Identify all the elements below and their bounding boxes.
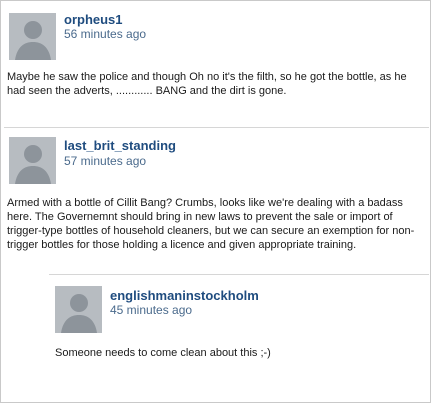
comment-text: Someone needs to come clean about this ;… (55, 347, 271, 359)
user-silhouette-icon (61, 294, 97, 333)
comment-username[interactable]: orpheus1 (64, 12, 123, 27)
avatar[interactable] (55, 286, 102, 333)
comment-timestamp: 57 minutes ago (64, 154, 147, 168)
comment-divider (4, 127, 429, 128)
comment-timestamp: 56 minutes ago (64, 27, 147, 41)
avatar[interactable] (9, 137, 56, 184)
comment-text: Maybe he saw the police and though Oh no… (7, 71, 407, 97)
comment-username[interactable]: last_brit_standing (64, 138, 176, 153)
avatar[interactable] (9, 13, 56, 60)
comment-text: Armed with a bottle of Cillit Bang? Crum… (7, 197, 415, 251)
user-silhouette-icon (15, 21, 51, 60)
user-silhouette-icon (15, 145, 51, 184)
comment-username[interactable]: englishmaninstockholm (110, 288, 259, 303)
comment-divider (49, 274, 429, 275)
comment-timestamp: 45 minutes ago (110, 303, 193, 317)
